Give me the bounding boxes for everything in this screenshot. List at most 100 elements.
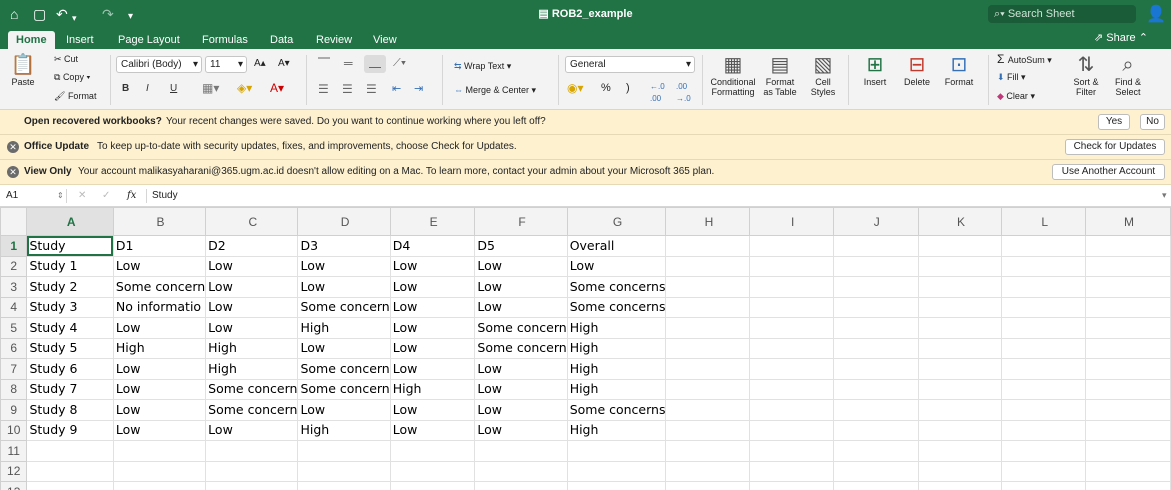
cell-c6[interactable]: High <box>205 337 299 359</box>
cell-b6[interactable]: High <box>112 337 207 359</box>
cell-j2[interactable] <box>832 255 919 277</box>
cell-b5[interactable]: Low <box>112 317 207 339</box>
cell-a11[interactable] <box>26 440 114 462</box>
expand-formula-icon[interactable]: ▾ <box>1162 185 1167 206</box>
cell-h6[interactable] <box>665 337 751 359</box>
cell-h2[interactable] <box>665 255 751 277</box>
row-header[interactable]: 7 <box>0 358 28 380</box>
cell-d12[interactable] <box>297 460 391 482</box>
paste-button[interactable]: 📋 Paste <box>6 53 40 87</box>
cell-c5[interactable]: Low <box>205 317 299 339</box>
decrease-indent-icon[interactable]: ⇤ <box>392 83 401 95</box>
cell-c2[interactable]: Low <box>205 255 299 277</box>
cell-g8[interactable]: High <box>566 378 667 400</box>
cell-a9[interactable]: Study 8 <box>26 399 114 421</box>
column-header-l[interactable]: L <box>1001 207 1087 236</box>
cell-j10[interactable] <box>832 419 919 441</box>
cell-e8[interactable]: High <box>389 378 476 400</box>
row-header[interactable]: 6 <box>0 337 28 359</box>
check-for-updates-button[interactable]: Check for Updates <box>1065 139 1165 155</box>
cell-m10[interactable] <box>1085 419 1171 441</box>
cell-l1[interactable] <box>1001 235 1087 257</box>
cell-b1[interactable]: D1 <box>112 235 207 257</box>
cell-f11[interactable] <box>474 440 568 462</box>
yes-button[interactable]: Yes <box>1098 114 1130 130</box>
no-button[interactable]: No <box>1140 114 1165 130</box>
cell-e11[interactable] <box>389 440 476 462</box>
cell-f2[interactable]: Low <box>474 255 568 277</box>
cell-b9[interactable]: Low <box>112 399 207 421</box>
cell-j7[interactable] <box>832 358 919 380</box>
cell-k5[interactable] <box>917 317 1003 339</box>
cell-g11[interactable] <box>566 440 667 462</box>
cell-d3[interactable]: Low <box>297 276 391 298</box>
tab-insert[interactable]: Insert <box>58 31 102 49</box>
cell-i1[interactable] <box>749 235 834 257</box>
cell-f12[interactable] <box>474 460 568 482</box>
name-box-stepper-icon[interactable]: ⇕ <box>57 185 64 206</box>
comma-button[interactable]: ) <box>626 82 630 94</box>
cut-button[interactable]: ✂ Cut <box>54 53 78 65</box>
cell-i8[interactable] <box>749 378 834 400</box>
column-header-b[interactable]: B <box>112 207 207 236</box>
cell-j5[interactable] <box>832 317 919 339</box>
cell-d13[interactable] <box>297 481 391 490</box>
cell-m2[interactable] <box>1085 255 1171 277</box>
cell-e6[interactable]: Low <box>389 337 476 359</box>
cell-g10[interactable]: High <box>566 419 667 441</box>
cell-b3[interactable]: Some concern <box>112 276 207 298</box>
cell-m1[interactable] <box>1085 235 1171 257</box>
cell-h13[interactable] <box>665 481 751 490</box>
cell-k3[interactable] <box>917 276 1003 298</box>
cell-l7[interactable] <box>1001 358 1087 380</box>
tab-data[interactable]: Data <box>262 31 301 49</box>
cell-e1[interactable]: D4 <box>389 235 476 257</box>
cell-m11[interactable] <box>1085 440 1171 462</box>
tab-formulas[interactable]: Formulas <box>194 31 256 49</box>
column-header-f[interactable]: F <box>474 207 568 236</box>
tab-page-layout[interactable]: Page Layout <box>110 31 188 49</box>
format-cells-button[interactable]: ⊡ Format <box>939 53 979 87</box>
cell-c9[interactable]: Some concern <box>205 399 299 421</box>
cell-b2[interactable]: Low <box>112 255 207 277</box>
italic-button[interactable]: I <box>146 81 149 96</box>
cell-k11[interactable] <box>917 440 1003 462</box>
cell-a8[interactable]: Study 7 <box>26 378 114 400</box>
cell-d4[interactable]: Some concern <box>297 296 391 318</box>
cell-k8[interactable] <box>917 378 1003 400</box>
cell-g13[interactable] <box>566 481 667 490</box>
cell-i12[interactable] <box>749 460 834 482</box>
row-header[interactable]: 4 <box>0 296 28 318</box>
formula-input[interactable]: Study <box>152 185 178 206</box>
cell-b10[interactable]: Low <box>112 419 207 441</box>
row-header[interactable]: 2 <box>0 255 28 277</box>
column-header-k[interactable]: K <box>917 207 1003 236</box>
cell-f8[interactable]: Low <box>474 378 568 400</box>
increase-indent-icon[interactable]: ⇥ <box>414 83 423 95</box>
use-another-account-button[interactable]: Use Another Account <box>1052 164 1165 180</box>
cell-h3[interactable] <box>665 276 751 298</box>
select-all-corner[interactable] <box>0 207 28 236</box>
add-user-icon[interactable]: 👤 <box>1146 4 1166 24</box>
cell-j1[interactable] <box>832 235 919 257</box>
find-select-button[interactable]: ⌕ Find & Select <box>1108 53 1148 97</box>
cell-i2[interactable] <box>749 255 834 277</box>
row-header[interactable]: 3 <box>0 276 28 298</box>
increase-decimal-icon[interactable]: ←.0.00 <box>650 81 665 105</box>
cell-d1[interactable]: D3 <box>297 235 391 257</box>
cell-c8[interactable]: Some concern <box>205 378 299 400</box>
row-header[interactable]: 9 <box>0 399 28 421</box>
cell-a1[interactable]: Study <box>26 235 114 257</box>
cell-a2[interactable]: Study 1 <box>26 255 114 277</box>
cell-h10[interactable] <box>665 419 751 441</box>
cell-m9[interactable] <box>1085 399 1171 421</box>
collapse-ribbon-icon[interactable]: ⌃ <box>1136 32 1148 44</box>
cell-l3[interactable] <box>1001 276 1087 298</box>
cell-l4[interactable] <box>1001 296 1087 318</box>
row-header[interactable]: 1 <box>0 235 28 257</box>
cell-h8[interactable] <box>665 378 751 400</box>
cell-l5[interactable] <box>1001 317 1087 339</box>
cell-b8[interactable]: Low <box>112 378 207 400</box>
conditional-formatting-button[interactable]: ▦ Conditional Formatting <box>707 53 759 97</box>
cell-f10[interactable]: Low <box>474 419 568 441</box>
